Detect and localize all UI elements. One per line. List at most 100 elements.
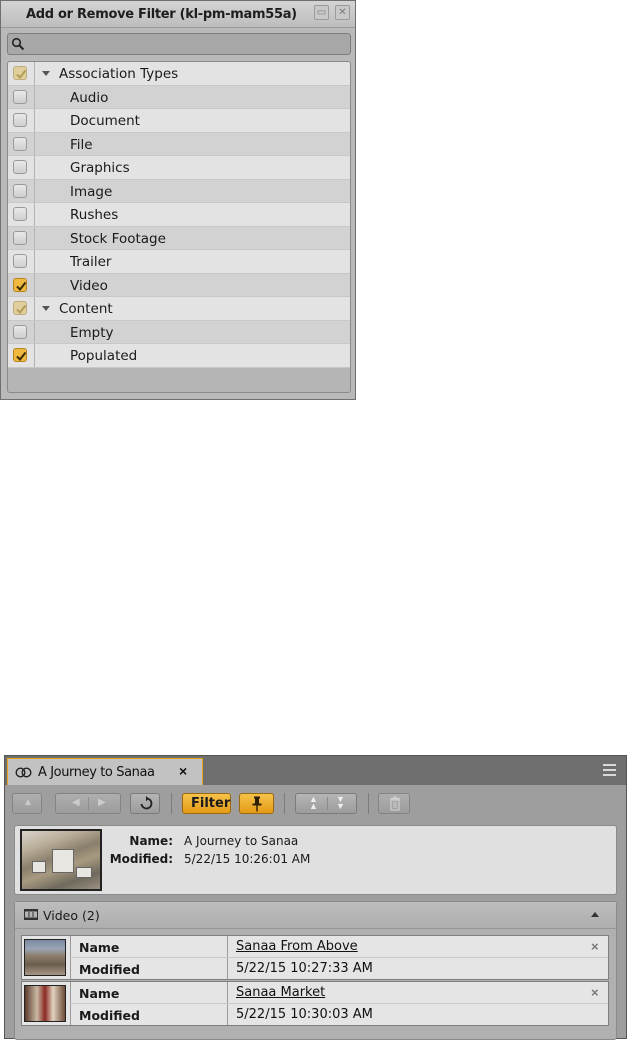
- filter-row-file[interactable]: File: [8, 132, 350, 156]
- checkbox-document[interactable]: [13, 113, 27, 127]
- toolbar: ▲ ◀ ▶ Filter ▲ ▲ ▼ ▼: [5, 785, 626, 817]
- forward-icon: ▶: [98, 797, 106, 808]
- checkbox-image[interactable]: [13, 183, 27, 198]
- filter-row-stock-footage[interactable]: Stock Footage: [8, 226, 350, 250]
- modified-label: Modified: [79, 1008, 140, 1023]
- up-arrow-icon: ▲: [23, 797, 33, 808]
- move-up-icon: ▲ ▲: [309, 794, 318, 811]
- filter-row-image[interactable]: Image: [8, 179, 350, 203]
- pin-icon: [252, 796, 262, 812]
- item-modified-value: 5/22/15 10:27:33 AM: [236, 961, 373, 976]
- name-label: Name: [79, 986, 120, 1001]
- toolbar-separator: [171, 793, 172, 814]
- minimize-button[interactable]: ▭: [314, 5, 329, 20]
- checkbox-graphics[interactable]: [13, 160, 27, 174]
- back-forward-button[interactable]: ◀ ▶: [55, 793, 121, 814]
- up-arrow-button[interactable]: ▲: [12, 793, 42, 814]
- filter-label: Content: [59, 301, 113, 317]
- filter-label: File: [70, 136, 93, 153]
- asset-info: Name: A Journey to Sanaa Modified: 5/22/…: [14, 825, 617, 895]
- filter-label: Populated: [70, 348, 138, 364]
- asset-thumbnail[interactable]: [20, 829, 102, 891]
- delete-button[interactable]: [378, 793, 410, 814]
- tab-title: A Journey to Sanaa: [38, 765, 155, 780]
- filter-row-video[interactable]: Video: [8, 273, 350, 297]
- filter-label: Document: [70, 113, 140, 129]
- item-thumbnail[interactable]: [24, 985, 66, 1022]
- checkbox-populated[interactable]: [13, 348, 27, 362]
- item-name-link[interactable]: Sanaa From Above: [236, 939, 358, 954]
- checkbox-video[interactable]: [13, 277, 27, 292]
- checkbox-content[interactable]: [13, 301, 27, 315]
- filter-dialog: Add or Remove Filter (kl-pm-mam55a) ▭ ✕ …: [0, 0, 356, 400]
- filter-row-rushes[interactable]: Rushes: [8, 203, 350, 227]
- toolbar-separator: [368, 793, 369, 814]
- toolbar-separator: [284, 793, 285, 814]
- filter-row-populated[interactable]: Populated: [8, 344, 350, 368]
- filter-row-content[interactable]: Content: [8, 297, 350, 321]
- item-thumbnail-cell: [22, 936, 71, 979]
- dialog-title: Add or Remove Filter (kl-pm-mam55a): [26, 7, 297, 22]
- browse-panel: A Journey to Sanaa × ▲ ◀ ▶ Filter ▲ ▲ ▼ …: [4, 755, 627, 1040]
- move-up-down-button[interactable]: ▲ ▲ ▼ ▼: [295, 793, 357, 814]
- filter-button-label: Filter: [191, 796, 231, 811]
- search-icon: [11, 37, 25, 51]
- list-footer: [8, 368, 350, 392]
- pin-button[interactable]: [239, 793, 274, 814]
- collapse-icon[interactable]: [591, 912, 599, 917]
- film-icon: [24, 909, 38, 920]
- refresh-button[interactable]: [130, 793, 160, 814]
- filter-row-audio[interactable]: Audio: [8, 85, 350, 109]
- filter-label: Graphics: [70, 160, 130, 176]
- checkbox-association-types[interactable]: [13, 66, 27, 80]
- chevron-down-icon[interactable]: [42, 306, 50, 311]
- chevron-down-icon[interactable]: [42, 71, 50, 76]
- filter-label: Empty: [70, 324, 114, 341]
- dialog-titlebar[interactable]: Add or Remove Filter (kl-pm-mam55a) ▭ ✕: [1, 1, 355, 28]
- move-down-icon: ▼ ▼: [336, 794, 345, 811]
- list-item[interactable]: Name Modified Sanaa Market 5/22/15 10:30…: [21, 981, 609, 1026]
- menu-icon[interactable]: [603, 764, 616, 779]
- tab-bar: A Journey to Sanaa ×: [5, 756, 626, 785]
- close-icon[interactable]: ×: [179, 763, 187, 779]
- filter-label: Video: [70, 277, 108, 294]
- modified-value: 5/22/15 10:26:01 AM: [184, 852, 311, 866]
- link-icon: [15, 767, 32, 778]
- filter-row-document[interactable]: Document: [8, 109, 350, 133]
- checkbox-file[interactable]: [13, 136, 27, 151]
- item-thumbnail[interactable]: [24, 939, 66, 976]
- section-title: Video (2): [43, 908, 100, 923]
- filter-button[interactable]: Filter: [182, 793, 231, 814]
- item-name-link[interactable]: Sanaa Market: [236, 985, 325, 1000]
- remove-icon[interactable]: ×: [591, 939, 599, 954]
- filter-row-trailer[interactable]: Trailer: [8, 250, 350, 274]
- checkbox-empty[interactable]: [13, 324, 27, 339]
- filter-label: Rushes: [70, 207, 119, 223]
- filter-label: Stock Footage: [70, 230, 166, 247]
- filter-search: [7, 33, 351, 55]
- video-section: Video (2) Name Modified Sanaa From Above…: [14, 901, 617, 1040]
- list-item[interactable]: Name Modified Sanaa From Above 5/22/15 1…: [21, 935, 609, 980]
- checkbox-stock-footage[interactable]: [13, 230, 27, 245]
- checkbox-trailer[interactable]: [13, 254, 27, 268]
- name-label: Name: [79, 940, 120, 955]
- checkbox-rushes[interactable]: [13, 207, 27, 221]
- close-dialog-button[interactable]: ✕: [335, 5, 350, 20]
- name-label: Name:: [129, 834, 173, 848]
- item-modified-value: 5/22/15 10:30:03 AM: [236, 1007, 373, 1022]
- remove-icon[interactable]: ×: [591, 985, 599, 1000]
- modified-label: Modified: [79, 962, 140, 977]
- search-input[interactable]: [28, 36, 350, 54]
- filter-label: Audio: [70, 89, 109, 106]
- section-header[interactable]: Video (2): [15, 902, 616, 929]
- tab-a-journey-to-sanaa[interactable]: A Journey to Sanaa ×: [7, 758, 203, 785]
- filter-row-association-types[interactable]: Association Types: [8, 62, 350, 86]
- filter-row-empty[interactable]: Empty: [8, 320, 350, 344]
- back-icon: ◀: [72, 797, 80, 808]
- filter-label: Trailer: [70, 254, 112, 270]
- item-thumbnail-cell: [22, 982, 71, 1025]
- trash-icon: [390, 796, 400, 811]
- modified-label: Modified:: [109, 852, 173, 866]
- filter-row-graphics[interactable]: Graphics: [8, 156, 350, 180]
- checkbox-audio[interactable]: [13, 89, 27, 104]
